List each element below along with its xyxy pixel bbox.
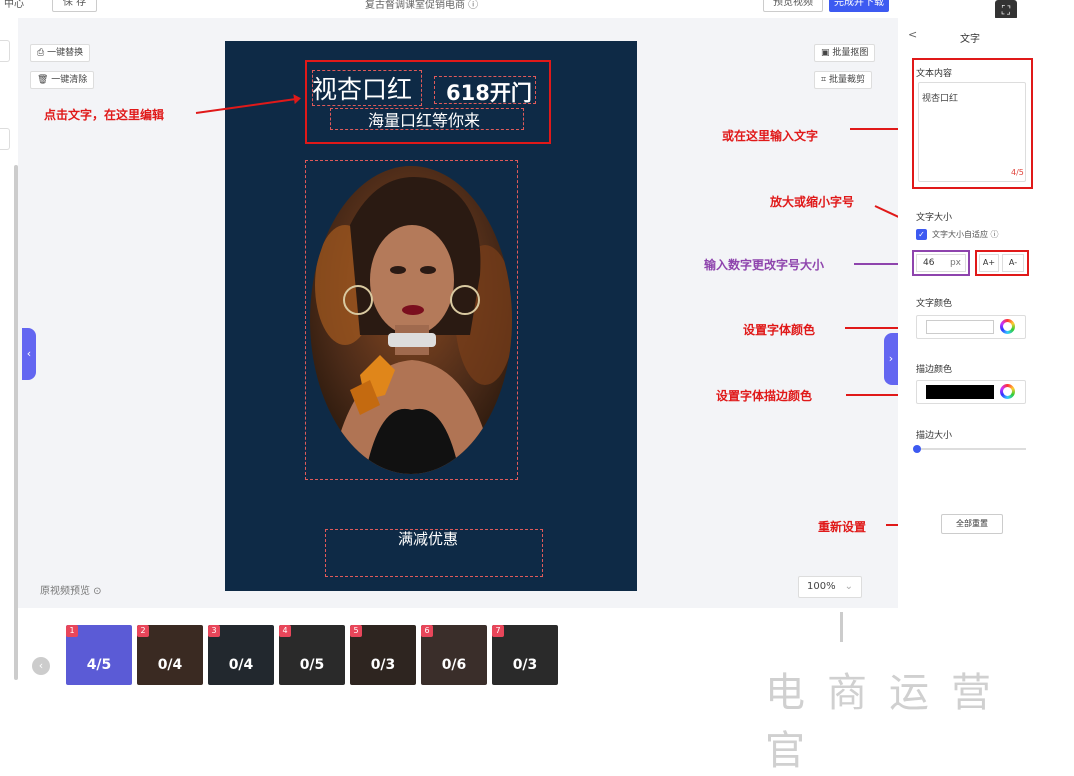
thumbnail-text-count: 0/3 bbox=[370, 657, 396, 673]
slider-handle[interactable] bbox=[913, 445, 921, 453]
image-icon: ▣ bbox=[821, 48, 833, 58]
collapse-right-button[interactable]: › bbox=[884, 333, 898, 385]
one-click-clear-button[interactable]: 🗑 一键清除 bbox=[30, 71, 95, 89]
scene-thumbnail[interactable]: 6 0/6 bbox=[421, 625, 487, 685]
thumbnail-text-count: 4/5 bbox=[86, 657, 112, 673]
replace-label: 一键替换 bbox=[47, 48, 84, 58]
annotation-stroke-color: 设置字体描边颜色 bbox=[716, 389, 813, 403]
scene-thumbnail[interactable]: 7 0/3 bbox=[492, 625, 558, 685]
highlight-box-title bbox=[305, 60, 551, 144]
watermark: 电商运营官 bbox=[765, 670, 1013, 774]
strip-divider bbox=[840, 612, 843, 642]
thumbnail-number: 2 bbox=[137, 625, 149, 637]
trash-icon: 🗑 bbox=[37, 75, 52, 85]
annotation-size-input: 输入数字更改字号大小 bbox=[704, 258, 825, 272]
thumbnail-text-count: 0/4 bbox=[228, 657, 254, 673]
auto-fit-checkbox[interactable]: ✓ bbox=[916, 229, 927, 240]
replace-icon: ⎙ bbox=[37, 48, 48, 58]
batch-cut-label: 批量裁剪 bbox=[828, 75, 865, 85]
zoom-select[interactable]: 100% ⌄ bbox=[798, 576, 862, 598]
finish-download-button[interactable]: 完成并下载 bbox=[829, 0, 889, 12]
fullscreen-icon[interactable]: ⛶ bbox=[995, 0, 1017, 20]
one-click-replace-button[interactable]: ⎙ 一键替换 bbox=[30, 44, 91, 62]
scene-thumbnail[interactable]: 3 0/4 bbox=[208, 625, 274, 685]
arrow-stroke-color bbox=[846, 390, 912, 400]
scroll-left-button[interactable]: ‹ bbox=[32, 657, 50, 675]
scene-thumbnail[interactable]: 4 0/5 bbox=[279, 625, 345, 685]
thumbnail-text-count: 0/5 bbox=[299, 657, 325, 673]
font-size-decrease-button[interactable]: A- bbox=[1002, 254, 1024, 272]
thumbnail-number: 1 bbox=[66, 625, 78, 637]
scene-thumbnail[interactable]: 5 0/3 bbox=[350, 625, 416, 685]
thumbnail-number: 4 bbox=[279, 625, 291, 637]
bottom-text[interactable]: 满减优惠 bbox=[398, 528, 458, 549]
px-unit: px bbox=[949, 258, 961, 268]
nav-text[interactable]: 中心 bbox=[4, 0, 24, 10]
batch-crop-button[interactable]: ▣ 批量抠图 bbox=[814, 44, 876, 62]
color-wheel-icon[interactable] bbox=[1000, 384, 1015, 399]
save-button[interactable]: 保 存 bbox=[52, 0, 97, 12]
crop-icon: ⌗ bbox=[821, 75, 829, 85]
annotation-input-here: 或在这里输入文字 bbox=[722, 129, 819, 143]
arrow-font-color bbox=[845, 323, 911, 333]
thumbnail-number: 6 bbox=[421, 625, 433, 637]
thumbnail-text-count: 0/4 bbox=[157, 657, 183, 673]
stroke-size-slider[interactable] bbox=[916, 448, 1026, 450]
text-color-swatch[interactable] bbox=[926, 320, 994, 334]
back-icon[interactable]: < bbox=[908, 28, 917, 41]
left-edge-tab[interactable] bbox=[0, 128, 10, 150]
annotation-edit-text: 点击文字，在这里编辑 bbox=[44, 108, 165, 122]
stroke-size-label: 描边大小 bbox=[916, 431, 953, 441]
batch-crop-label: 批量抠图 bbox=[832, 48, 869, 58]
highlight-box-textarea bbox=[912, 58, 1033, 189]
clear-label: 一键清除 bbox=[51, 75, 88, 85]
chevron-down-icon: ⌄ bbox=[844, 581, 853, 592]
left-edge-tab[interactable] bbox=[0, 40, 10, 62]
top-bar bbox=[0, 0, 1074, 14]
preview-video-button[interactable]: 预览视频 bbox=[763, 0, 823, 12]
stroke-color-swatch[interactable] bbox=[926, 385, 994, 399]
scene-thumbnail[interactable]: 1 4/5 bbox=[66, 625, 132, 685]
portrait-image[interactable] bbox=[310, 165, 513, 475]
font-size-label: 文字大小 bbox=[916, 213, 953, 223]
font-size-increase-button[interactable]: A+ bbox=[979, 254, 999, 272]
thumbnail-number: 3 bbox=[208, 625, 220, 637]
annotation-font-color: 设置字体颜色 bbox=[743, 323, 816, 337]
thumbnail-number: 7 bbox=[492, 625, 504, 637]
original-video-preview-toggle[interactable]: 原视频预览 ⊙ bbox=[40, 582, 102, 597]
zoom-value: 100% bbox=[807, 581, 836, 592]
thumbnail-text-count: 0/6 bbox=[441, 657, 467, 673]
font-size-input[interactable]: 46 px bbox=[916, 254, 966, 272]
scene-thumbnail[interactable]: 2 0/4 bbox=[137, 625, 203, 685]
reset-all-button[interactable]: 全部重置 bbox=[941, 514, 1003, 534]
thumbnail-number: 5 bbox=[350, 625, 362, 637]
batch-cut-button[interactable]: ⌗ 批量裁剪 bbox=[814, 71, 872, 89]
color-wheel-icon[interactable] bbox=[1000, 319, 1015, 334]
collapse-left-button[interactable]: ‹ bbox=[22, 328, 36, 380]
annotation-size-buttons: 放大或缩小字号 bbox=[770, 195, 855, 209]
thumbnail-text-count: 0/3 bbox=[512, 657, 538, 673]
annotation-reset: 重新设置 bbox=[818, 520, 867, 534]
panel-title: 文字 bbox=[960, 34, 980, 45]
stroke-color-label: 描边颜色 bbox=[916, 365, 953, 375]
project-title: 复古督调课室促销电商 ⓘ bbox=[365, 0, 479, 11]
font-size-value: 46 bbox=[923, 258, 935, 268]
auto-fit-label: 文字大小自适应 ⓘ bbox=[932, 230, 999, 239]
text-color-label: 文字颜色 bbox=[916, 299, 953, 309]
